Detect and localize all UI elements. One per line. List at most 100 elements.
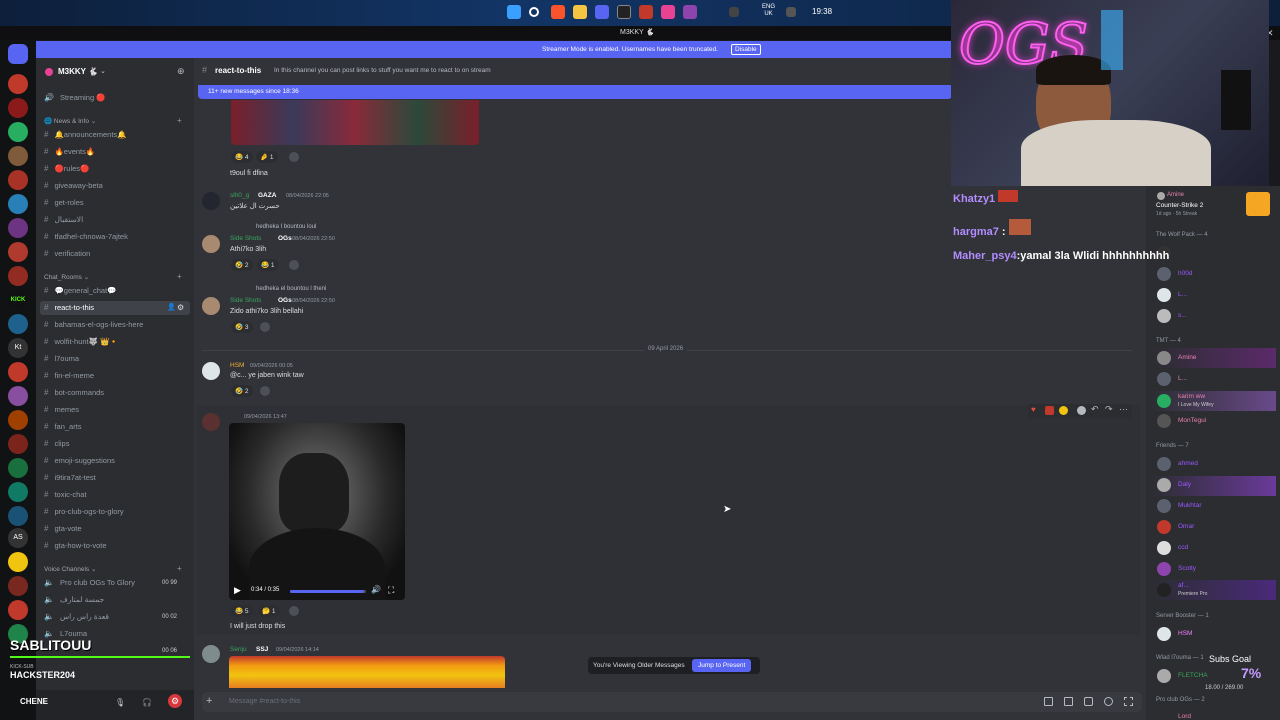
invite-icon[interactable]: 👤 [167, 303, 176, 311]
message-image[interactable] [229, 656, 505, 688]
member-name[interactable]: af... [1178, 582, 1189, 589]
gif-icon[interactable] [1064, 697, 1073, 706]
category-chat-rooms[interactable]: Chat_Rooms ⌄ [44, 273, 89, 281]
avatar[interactable] [202, 235, 220, 253]
voice-channel[interactable]: 🔈 Pro club OGs To Glory [44, 578, 135, 587]
server-icon[interactable] [8, 266, 28, 286]
channel-tfadhel[interactable]: # tfadhel-chnowa-7ajtek [44, 232, 128, 241]
wifi-icon[interactable] [786, 7, 796, 17]
channel-toxic-chat[interactable]: # toxic-chat [44, 490, 87, 499]
member-name[interactable]: Daly [1178, 481, 1191, 488]
server-icon[interactable] [8, 218, 28, 238]
apps-icon[interactable] [1124, 697, 1133, 706]
volume-icon[interactable]: 🔊 [371, 585, 381, 594]
channel-rules[interactable]: # 🔴rules🔴 [44, 164, 89, 173]
channel-get-roles[interactable]: # get-roles [44, 198, 84, 207]
gear-icon[interactable]: ⚙ [177, 303, 184, 312]
gift-icon[interactable] [1044, 697, 1053, 706]
video-player[interactable] [229, 423, 405, 600]
add-reaction-icon[interactable] [289, 606, 299, 616]
sticker-icon[interactable] [1084, 697, 1093, 706]
member-avatar[interactable] [1157, 583, 1171, 597]
obs-icon[interactable] [617, 5, 631, 19]
member-avatar[interactable] [1157, 394, 1171, 408]
channel-topic[interactable]: In this channel you can post links to st… [274, 67, 491, 74]
clock[interactable]: 19:38 [812, 7, 832, 16]
add-reaction-icon[interactable] [1077, 406, 1086, 415]
chevron-down-icon[interactable]: ⌄ [100, 67, 106, 75]
video-progress[interactable] [290, 590, 366, 593]
message-input[interactable]: Message #react-to-this [229, 698, 300, 705]
member-avatar[interactable] [1157, 267, 1171, 281]
category-voice[interactable]: Voice Channels ⌄ [44, 565, 96, 573]
reaction[interactable]: 😂 1 [257, 259, 279, 271]
kick-server-icon[interactable]: KICK [8, 290, 28, 310]
channel-wolfit-hunt[interactable]: # wolfit-hunt🐺 👑🔸 [44, 337, 119, 346]
channel-verification[interactable]: # verification [44, 249, 90, 258]
add-channel-icon[interactable]: + [177, 272, 182, 281]
member-name[interactable]: ahmed [1178, 460, 1198, 467]
server-icon[interactable] [8, 576, 28, 596]
member-avatar[interactable] [1157, 562, 1171, 576]
avatar[interactable] [202, 645, 220, 663]
tray-icon[interactable] [729, 7, 739, 17]
channel-general-chat[interactable]: # 💬general_chat💬 [44, 286, 117, 295]
server-icon[interactable] [8, 194, 28, 214]
add-reaction-icon[interactable] [260, 322, 270, 332]
reaction[interactable]: 🤣 2 [231, 259, 253, 271]
disable-streamer-mode-button[interactable]: Disable [731, 44, 761, 55]
reaction[interactable]: 🤣 2 [231, 385, 253, 397]
server-icon[interactable] [8, 458, 28, 478]
server-icon[interactable] [8, 482, 28, 502]
new-messages-bar[interactable]: 11+ new messages since 18:36 [198, 85, 952, 99]
server-icon[interactable] [8, 242, 28, 262]
message-author[interactable]: slh0_g [230, 192, 249, 199]
server-icon[interactable] [8, 386, 28, 406]
reaction[interactable]: 🤔 1 [258, 605, 280, 617]
member-avatar[interactable] [1157, 457, 1171, 471]
member-name[interactable]: Scotty [1178, 565, 1196, 572]
add-reaction-icon[interactable] [289, 260, 299, 270]
server-name[interactable]: M3KKY 🐇 [58, 67, 98, 76]
member-avatar[interactable] [1157, 541, 1171, 555]
attach-icon[interactable]: + [206, 695, 212, 707]
avatar[interactable] [202, 413, 220, 431]
avatar[interactable] [202, 297, 220, 315]
user-settings-icon[interactable]: ⚙ [168, 694, 182, 708]
add-channel-icon[interactable]: + [177, 564, 182, 573]
server-icon[interactable] [8, 410, 28, 430]
server-icon[interactable] [8, 146, 28, 166]
file-explorer-icon[interactable] [573, 5, 587, 19]
discord-home-icon[interactable] [8, 44, 28, 64]
member-name[interactable]: Mukhtar [1178, 502, 1201, 509]
fullscreen-icon[interactable]: ⛶ [388, 585, 394, 596]
member-name[interactable]: ccd [1178, 544, 1188, 551]
headphones-icon[interactable]: 🎧 [142, 698, 152, 707]
message-author[interactable]: Side Shots [230, 297, 261, 304]
member-name[interactable]: HSM [1178, 630, 1192, 637]
avatar[interactable] [202, 192, 220, 210]
username[interactable]: HACKSTER204 [10, 670, 75, 680]
reply-icon[interactable]: ↶ [1091, 404, 1099, 415]
app-icon[interactable] [639, 5, 653, 19]
member-name[interactable]: h00d [1178, 270, 1192, 277]
server-icon[interactable] [8, 98, 28, 118]
member-avatar[interactable] [1157, 627, 1171, 641]
channel-l7ouma[interactable]: # l7ouma [44, 354, 79, 363]
reaction[interactable]: 🤌 1 [256, 151, 278, 163]
search-icon[interactable] [529, 7, 539, 17]
channel-i9tira7at-test[interactable]: # i9tira7at-test [44, 473, 96, 482]
member-avatar[interactable] [1157, 288, 1171, 302]
activity-user[interactable]: Amine [1167, 192, 1184, 198]
member-name[interactable]: karim ww [1178, 393, 1205, 400]
server-icon[interactable] [8, 74, 28, 94]
channel-gta-vote[interactable]: # gta-vote [44, 524, 82, 533]
brave-browser-icon[interactable] [551, 5, 565, 19]
server-icon[interactable] [8, 362, 28, 382]
server-icon[interactable] [8, 506, 28, 526]
play-icon[interactable]: ▶ [234, 585, 241, 596]
category-news[interactable]: 🌐 News & Info ⌄ [44, 117, 96, 125]
reaction[interactable]: 😂 5 [231, 605, 253, 617]
jump-to-present-button[interactable]: Jump to Present [692, 659, 752, 672]
member-name[interactable]: MonTegui [1178, 417, 1206, 424]
